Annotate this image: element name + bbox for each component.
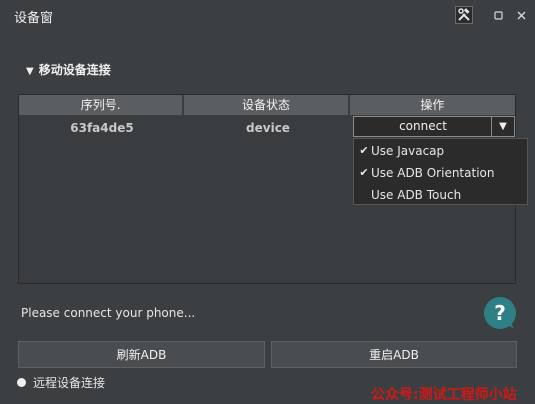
cell-serial: 63fa4de5 — [70, 121, 134, 135]
menu-item-label: Use ADB Touch — [371, 188, 462, 202]
column-header-action: 操作 — [349, 95, 516, 115]
radio-icon — [17, 378, 26, 387]
help-label: ? — [494, 301, 506, 325]
close-icon[interactable] — [512, 6, 530, 24]
column-header-state: 设备状态 — [184, 95, 350, 115]
check-icon: ✔ — [359, 144, 369, 157]
cell-state: device — [246, 121, 290, 135]
combobox-value: connect — [399, 119, 447, 133]
menu-item-use-adb-orientation[interactable]: ✔ Use ADB Orientation — [354, 162, 527, 184]
restart-adb-button[interactable]: 重启ADB — [271, 341, 517, 368]
caret-down-icon: ▼ — [26, 66, 34, 77]
watermark-text: 公众号:测试工程师小站 — [371, 387, 517, 403]
tools-icon[interactable] — [455, 6, 473, 24]
column-header-serial: 序列号. — [19, 95, 185, 115]
status-text: Please connect your phone... — [21, 306, 196, 320]
window-title: 设备窗 — [14, 11, 54, 26]
action-combobox[interactable]: connect ▼ — [353, 116, 515, 137]
restore-icon-glyph — [494, 11, 503, 20]
restore-icon[interactable] — [490, 6, 508, 24]
menu-item-label: Use ADB Orientation — [371, 166, 495, 180]
check-icon: ✔ — [359, 166, 369, 179]
section-label: 移动设备连接 — [38, 63, 111, 77]
title-bar: 设备窗 — [0, 0, 535, 30]
chevron-down-icon[interactable]: ▼ — [491, 117, 514, 136]
menu-item-use-adb-touch[interactable]: Use ADB Touch — [354, 184, 527, 206]
remote-connect-label: 远程设备连接 — [33, 376, 106, 390]
mobile-connect-section[interactable]: ▼ 移动设备连接 — [26, 61, 111, 78]
remote-connect-option[interactable]: 远程设备连接 — [17, 374, 105, 391]
close-icon-glyph — [517, 11, 525, 19]
menu-item-use-javacap[interactable]: ✔ Use Javacap — [354, 140, 527, 162]
help-icon[interactable]: ? — [484, 297, 516, 329]
tools-icon-glyph — [458, 8, 470, 21]
menu-item-label: Use Javacap — [371, 144, 445, 158]
options-dropdown-menu: ✔ Use Javacap ✔ Use ADB Orientation Use … — [353, 138, 528, 205]
table-header: 序列号. 设备状态 操作 — [19, 95, 516, 115]
refresh-adb-button[interactable]: 刷新ADB — [18, 341, 265, 368]
